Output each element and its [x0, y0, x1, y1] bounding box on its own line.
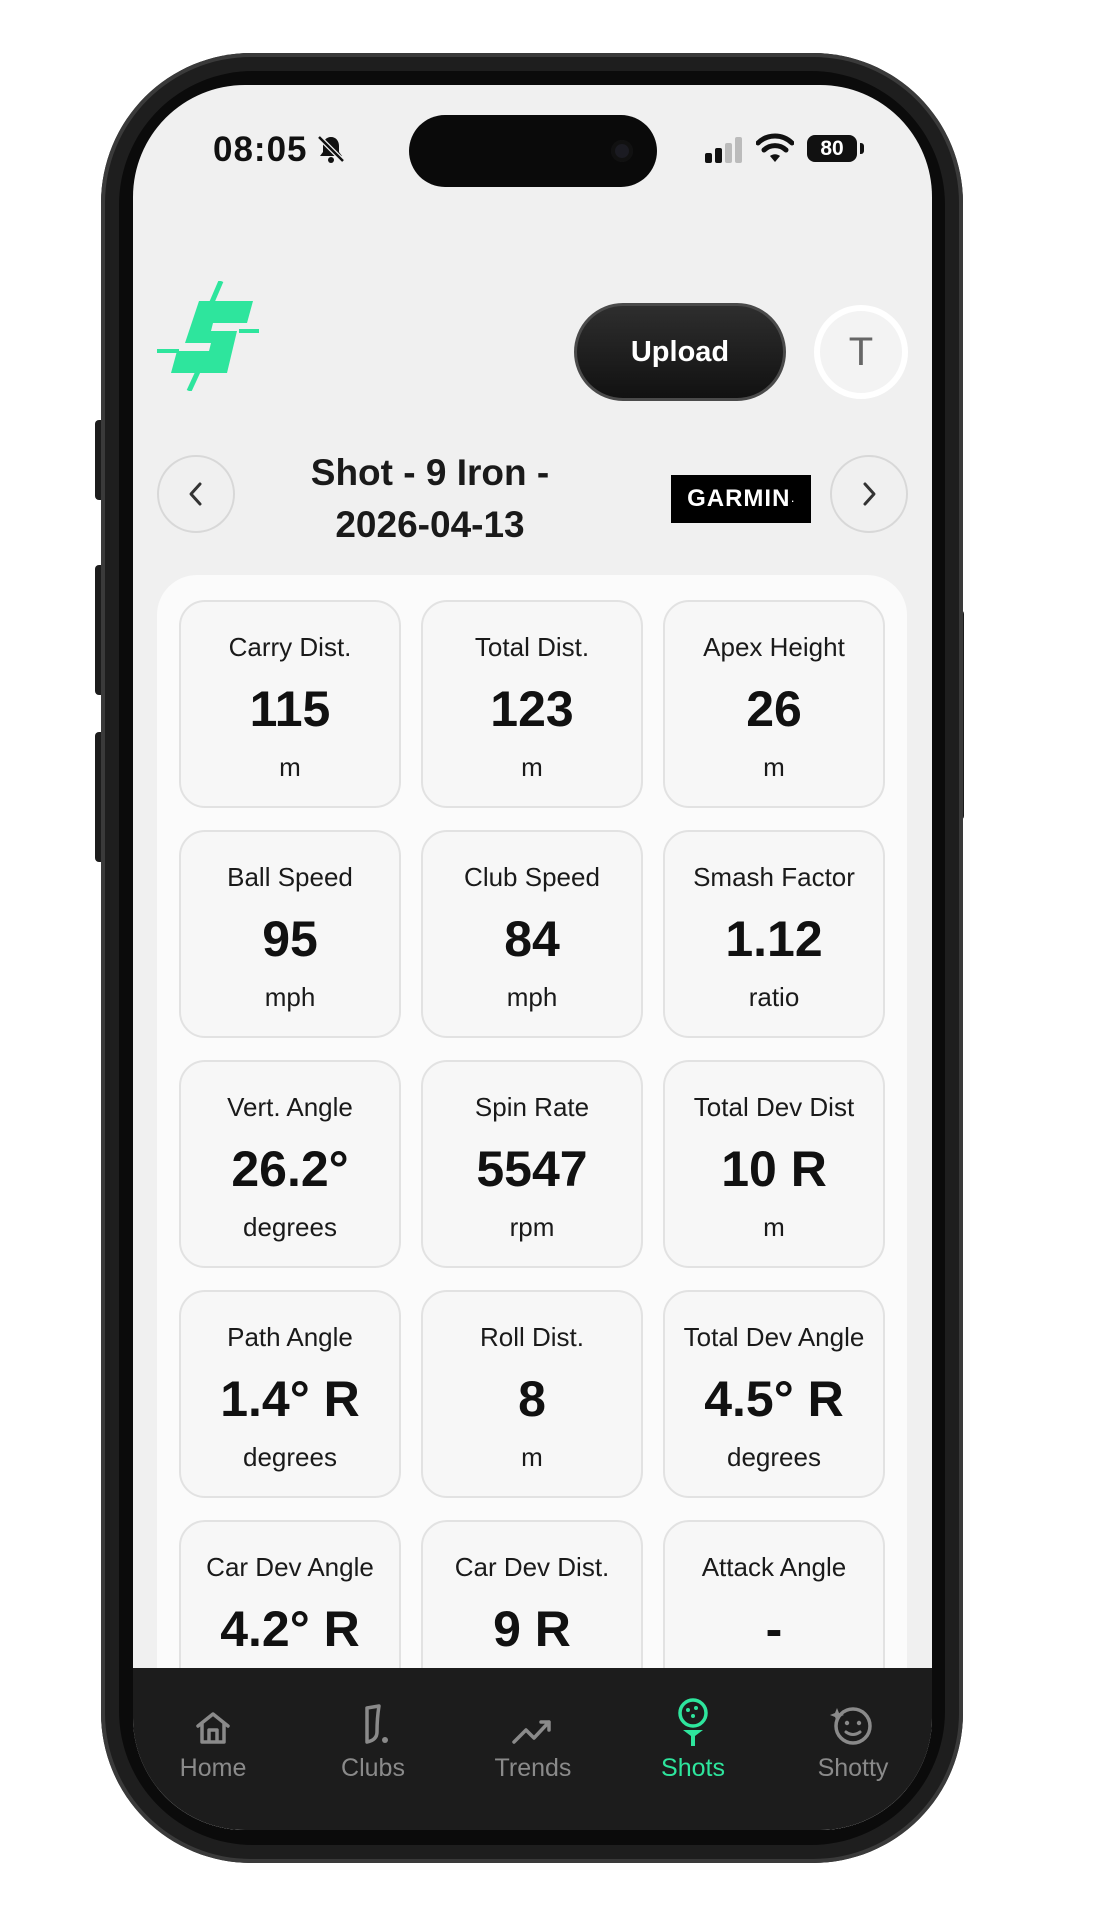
metric-label: Total Dist. [474, 632, 590, 662]
metric-value: 84 [504, 911, 560, 967]
cellular-signal-icon [705, 137, 742, 163]
app-logo-icon [157, 281, 259, 391]
metric-card-total-dev-angle[interactable]: Total Dev Angle 4.5° R degrees [663, 1290, 885, 1498]
metric-value: 4.5° R [704, 1371, 844, 1427]
tab-label: Shotty [817, 1754, 889, 1782]
metric-value: 115 [249, 681, 331, 737]
tab-label: Trends [494, 1754, 572, 1782]
chevron-right-icon [863, 482, 876, 506]
metric-label: Total Dev Dist [693, 1092, 855, 1122]
next-shot-button[interactable] [830, 455, 908, 533]
battery-nub [860, 143, 864, 154]
metric-card-club-speed[interactable]: Club Speed 84 mph [421, 830, 643, 1038]
metric-value: 95 [262, 911, 318, 967]
metric-value: 4.2° R [220, 1601, 360, 1657]
metric-card-spin-rate[interactable]: Spin Rate 5547 rpm [421, 1060, 643, 1268]
metric-label: Roll Dist. [479, 1322, 584, 1352]
assistant-face-icon [830, 1707, 872, 1745]
chevron-left-icon [189, 482, 202, 506]
metric-unit: m [763, 1212, 785, 1242]
metric-card-path-angle[interactable]: Path Angle 1.4° R degrees [179, 1290, 401, 1498]
metric-unit: degrees [727, 1442, 821, 1472]
metric-card-apex-height[interactable]: Apex Height 26 m [663, 600, 885, 808]
metric-card-carry-dist[interactable]: Carry Dist. 115 m [179, 600, 401, 808]
wifi-icon [756, 133, 794, 162]
metric-unit: m [521, 752, 543, 782]
metric-value: 9 R [493, 1601, 571, 1657]
metric-value: 1.12 [725, 911, 823, 967]
metric-value: 5547 [476, 1141, 588, 1197]
metric-unit: degrees [243, 1442, 337, 1472]
metric-unit: mph [264, 982, 316, 1012]
metric-unit: m [521, 1442, 543, 1472]
tab-shots[interactable]: Shots [618, 1696, 768, 1783]
dynamic-island [409, 115, 657, 187]
metric-label: Club Speed [464, 862, 600, 892]
metric-card-vert-angle[interactable]: Vert. Angle 26.2° degrees [179, 1060, 401, 1268]
metric-value: 10 R [721, 1141, 827, 1197]
metric-label: Car Dev Dist. [454, 1552, 610, 1582]
metric-label: Ball Speed [227, 862, 353, 892]
metric-label: Total Dev Angle [683, 1322, 865, 1352]
user-avatar[interactable]: T [814, 305, 908, 399]
metric-unit: m [279, 752, 301, 782]
app-screen: 08:05 80 Upload T Shot - 9 Iron - 2026-0… [133, 85, 932, 1830]
metric-card-smash-factor[interactable]: Smash Factor 1.12 ratio [663, 830, 885, 1038]
tab-label: Shots [661, 1754, 725, 1782]
metric-label: Car Dev Angle [206, 1552, 374, 1582]
golf-flag-icon [365, 1704, 388, 1744]
tab-trends[interactable]: Trends [458, 1696, 608, 1783]
home-icon [196, 1712, 230, 1744]
metric-card-total-dev-dist[interactable]: Total Dev Dist 10 R m [663, 1060, 885, 1268]
metric-card-ball-speed[interactable]: Ball Speed 95 mph [179, 830, 401, 1038]
metric-value: 8 [518, 1371, 546, 1427]
tab-clubs[interactable]: Clubs [298, 1696, 448, 1783]
metric-label: Carry Dist. [228, 632, 352, 662]
metric-unit: degrees [243, 1212, 337, 1242]
metric-label: Smash Factor [693, 862, 855, 892]
metric-label: Apex Height [703, 632, 845, 662]
metric-card-roll-dist[interactable]: Roll Dist. 8 m [421, 1290, 643, 1498]
tab-shotty[interactable]: Shotty [778, 1696, 928, 1783]
metric-unit: rpm [509, 1212, 555, 1242]
bell-muted-icon [317, 135, 345, 163]
previous-shot-button[interactable] [157, 455, 235, 533]
metric-value: 26.2° [231, 1141, 349, 1197]
metric-value: 1.4° R [220, 1371, 360, 1427]
status-time: 08:05 [213, 130, 308, 169]
metric-unit: mph [506, 982, 558, 1012]
metric-label: Path Angle [227, 1322, 353, 1352]
metric-unit: ratio [748, 982, 800, 1012]
trend-icon [512, 1720, 551, 1744]
metric-value: 123 [490, 681, 574, 737]
bottom-tab-bar: Home Clubs Trends Shots Shotty [133, 1668, 932, 1830]
tab-label: Home [179, 1754, 247, 1782]
tab-label: Clubs [341, 1754, 405, 1782]
golf-ball-tee-icon [678, 1698, 708, 1746]
metric-label: Attack Angle [701, 1552, 847, 1582]
metric-label: Vert. Angle [227, 1092, 353, 1122]
battery-icon: 80 [807, 135, 857, 162]
metric-unit: m [763, 752, 785, 782]
shot-title: Shot - 9 Iron - 2026-04-13 [310, 452, 550, 545]
metric-value: 26 [746, 681, 802, 737]
garmin-logo: GARMIN. [671, 475, 811, 523]
metric-label: Spin Rate [474, 1092, 590, 1122]
metric-value: - [765, 1601, 783, 1657]
metric-card-total-dist[interactable]: Total Dist. 123 m [421, 600, 643, 808]
camera-icon [611, 140, 633, 162]
garmin-brand-text: GARMIN [687, 485, 791, 512]
tab-home[interactable]: Home [138, 1696, 288, 1783]
upload-button[interactable]: Upload [574, 303, 786, 401]
